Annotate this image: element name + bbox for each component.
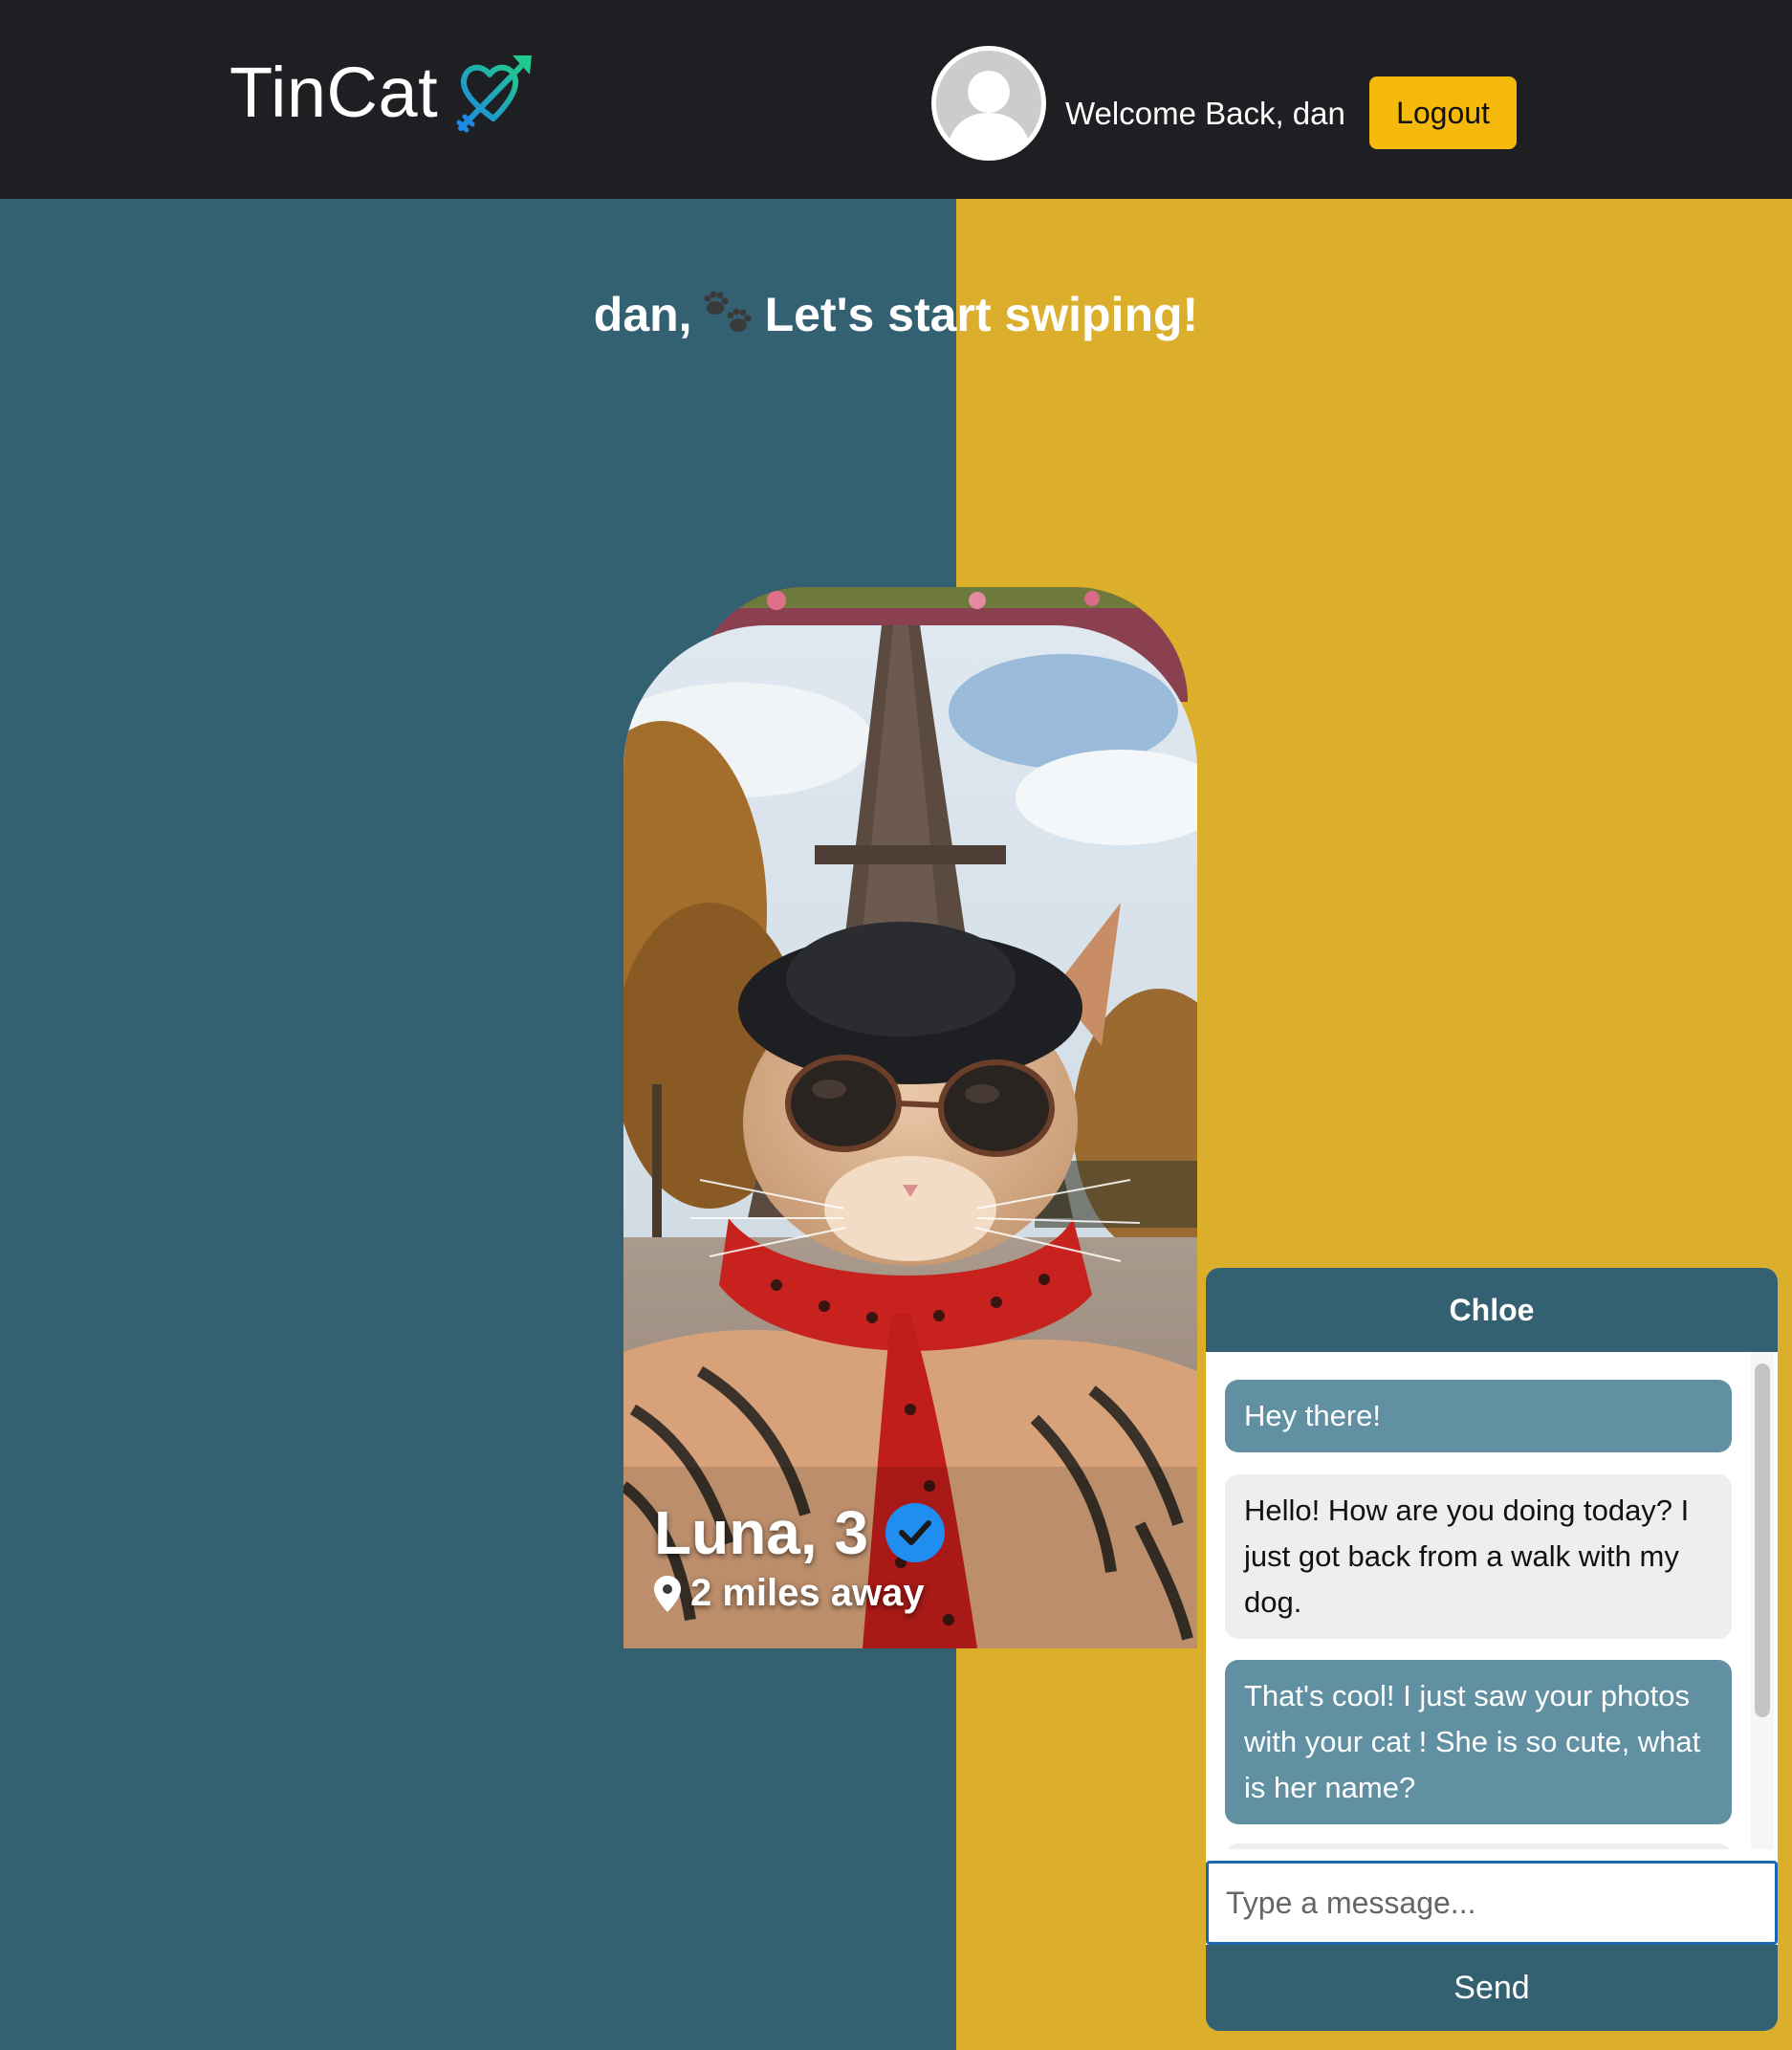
heart-arrow-icon bbox=[456, 55, 533, 133]
profile-card[interactable]: Luna, 3 2 miles away bbox=[623, 625, 1197, 1648]
send-button[interactable]: Send bbox=[1206, 1945, 1778, 2031]
logout-button[interactable]: Logout bbox=[1369, 76, 1517, 149]
chat-message: Hey there! bbox=[1225, 1380, 1732, 1452]
brand-logo[interactable]: TinCat bbox=[229, 52, 534, 134]
verified-check-icon bbox=[885, 1503, 946, 1562]
distance-text: 2 miles away bbox=[690, 1572, 925, 1614]
user-avatar-icon bbox=[932, 47, 1045, 160]
chat-window: Chloe Hey there! Hello! How are you doin… bbox=[1206, 1268, 1778, 2031]
cat-photo bbox=[623, 625, 1197, 1648]
chat-scrollbar[interactable] bbox=[1755, 1363, 1770, 1717]
chat-messages[interactable]: Hey there! Hello! How are you doing toda… bbox=[1206, 1352, 1778, 1849]
navbar: TinCat Welcome Back, dan Logout bbox=[0, 0, 1792, 199]
greeting-text: Let's start swiping! bbox=[764, 288, 1199, 341]
welcome-text: Welcome Back, dan bbox=[1065, 96, 1345, 131]
paw-prints-icon bbox=[702, 289, 755, 348]
swipe-headline: dan, Let's start swiping! bbox=[0, 287, 1792, 348]
profile-distance: 2 miles away bbox=[654, 1572, 925, 1615]
chat-message: That's cool! I just saw your photos with… bbox=[1225, 1660, 1732, 1824]
chat-title: Chloe bbox=[1206, 1268, 1778, 1352]
message-input[interactable] bbox=[1206, 1861, 1778, 1945]
brand-name: TinCat bbox=[229, 53, 439, 132]
greeting-name: dan, bbox=[593, 288, 692, 341]
chat-message: Hello! How are you doing today? I just g… bbox=[1225, 1474, 1732, 1639]
profile-name-text: Luna, 3 bbox=[654, 1498, 869, 1567]
avatar[interactable] bbox=[931, 46, 1046, 161]
location-pin-icon bbox=[654, 1575, 681, 1612]
profile-name-age: Luna, 3 bbox=[654, 1497, 946, 1568]
chat-message-partial bbox=[1225, 1843, 1732, 1849]
